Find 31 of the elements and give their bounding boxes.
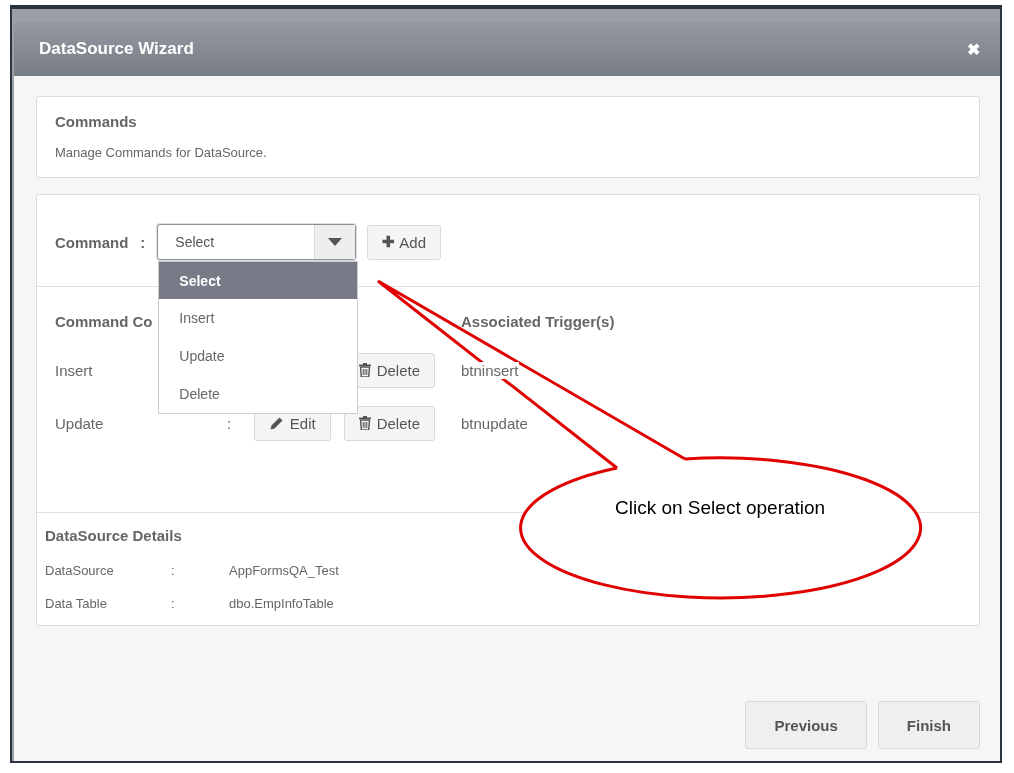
section-title: Commands xyxy=(55,113,138,130)
command-label: Command xyxy=(55,233,129,251)
trigger-name: btninsert xyxy=(461,361,519,379)
close-button[interactable]: ✖ xyxy=(967,39,980,59)
separator-colon: : xyxy=(171,563,176,578)
separator-colon: : xyxy=(227,414,233,432)
dropdown-option[interactable]: Select xyxy=(159,262,358,299)
dropdown-option[interactable]: Insert xyxy=(159,299,358,337)
caret-icon xyxy=(328,238,343,246)
section-description: Manage Commands for DataSource. xyxy=(55,145,268,160)
trash-icon xyxy=(358,416,371,430)
callout-text: Click on Select operation xyxy=(615,497,826,519)
delete-button[interactable]: Delete xyxy=(343,405,435,441)
column-heading: Command Co xyxy=(55,313,153,330)
separator-colon: : xyxy=(140,233,146,251)
footer-button[interactable]: Previous xyxy=(745,701,867,749)
separator-colon: : xyxy=(171,596,176,611)
detail-value: dbo.EmpInfoTable xyxy=(229,596,335,611)
window-title: DataSource Wizard xyxy=(39,39,194,59)
command-name: Update xyxy=(55,414,105,432)
dropdown-value: Select xyxy=(174,233,216,252)
detail-label: Data Table xyxy=(45,596,108,611)
command-name: Insert xyxy=(55,361,94,379)
detail-value: AppFormsQA_Test xyxy=(229,563,340,578)
add-button[interactable]: ✚ Add xyxy=(367,224,442,260)
section-title: DataSource Details xyxy=(45,527,183,544)
trash-icon xyxy=(358,363,371,377)
plus-icon: ✚ xyxy=(382,233,396,251)
detail-label: DataSource xyxy=(45,563,115,578)
column-heading: Associated Trigger(s) xyxy=(461,313,615,330)
footer-button[interactable]: Finish xyxy=(877,701,980,749)
